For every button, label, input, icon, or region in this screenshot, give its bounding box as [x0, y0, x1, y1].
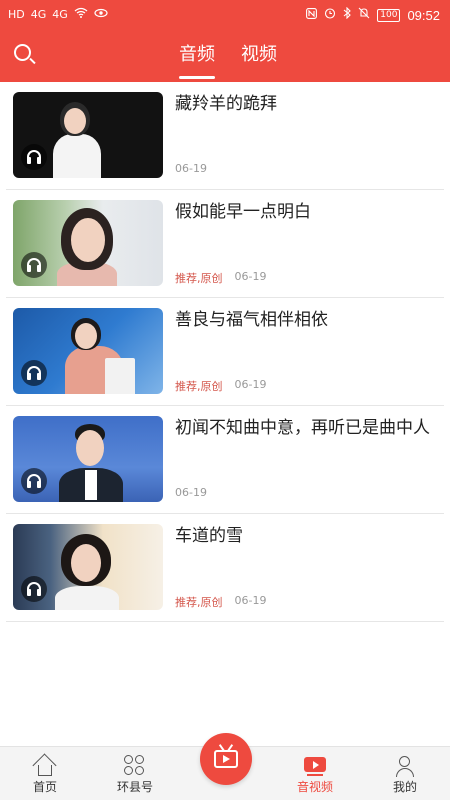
nav-mine-label: 我的: [392, 780, 417, 794]
item-tag: 推荐,原创: [175, 596, 223, 609]
item-title: 假如能早一点明白: [175, 202, 311, 222]
nav-county-label: 环县号: [116, 780, 153, 794]
signal-icon-2: 4G: [52, 7, 68, 21]
video-icon: [303, 755, 327, 777]
item-tag: 推荐,原创: [175, 380, 223, 393]
thumbnail[interactable]: [13, 92, 163, 178]
list-item[interactable]: 初闻不知曲中意，再听已是曲中人 06-19: [6, 406, 444, 514]
headphones-icon: [21, 252, 47, 278]
tv-icon[interactable]: [200, 733, 252, 785]
hd-icon: HD: [8, 7, 25, 21]
item-title: 车道的雪: [175, 526, 243, 546]
item-meta: 06-19: [175, 486, 207, 499]
item-meta: 06-19: [175, 162, 207, 175]
app-header: 音频 视频: [0, 30, 450, 82]
item-title: 初闻不知曲中意，再听已是曲中人: [175, 418, 430, 438]
thumbnail[interactable]: [13, 416, 163, 502]
item-meta: 推荐,原创 06-19: [175, 594, 266, 610]
thumbnail[interactable]: [13, 524, 163, 610]
item-meta: 推荐,原创 06-19: [175, 270, 266, 286]
nav-mine[interactable]: 我的: [360, 747, 450, 800]
tab-audio[interactable]: 音频: [179, 30, 215, 82]
wifi-icon: [74, 7, 88, 22]
item-date: 06-19: [234, 270, 267, 283]
nfc-icon: [306, 7, 318, 23]
list-item[interactable]: 藏羚羊的跪拜 06-19: [6, 82, 444, 190]
thumbnail[interactable]: [13, 200, 163, 286]
item-meta: 推荐,原创 06-19: [175, 378, 266, 394]
tab-video[interactable]: 视频: [241, 30, 277, 82]
thumbnail[interactable]: [13, 308, 163, 394]
nav-home[interactable]: 首页: [0, 747, 90, 800]
item-tag: 推荐,原创: [175, 272, 223, 285]
item-title: 藏羚羊的跪拜: [175, 94, 277, 114]
headphones-icon: [21, 144, 47, 170]
headphones-icon: [21, 468, 47, 494]
alarm-icon: [324, 7, 336, 23]
nav-av[interactable]: 音视频: [270, 747, 360, 800]
user-icon: [393, 755, 417, 777]
eye-icon: [94, 8, 108, 22]
list-item[interactable]: 假如能早一点明白 推荐,原创 06-19: [6, 190, 444, 298]
headphones-icon: [21, 360, 47, 386]
headphones-icon: [21, 576, 47, 602]
bluetooth-icon: [343, 6, 352, 23]
home-icon: [32, 753, 57, 778]
battery-indicator: 100: [377, 8, 401, 22]
nav-home-label: 首页: [32, 780, 57, 794]
status-bar: HD 4G 4G 100 09:52: [0, 0, 450, 30]
list-item[interactable]: 车道的雪 推荐,原创 06-19: [6, 514, 444, 622]
search-icon[interactable]: [12, 42, 38, 68]
item-date: 06-19: [175, 486, 207, 499]
clock: 09:52: [407, 7, 440, 23]
item-date: 06-19: [175, 162, 207, 175]
item-date: 06-19: [234, 378, 267, 391]
grid-icon: [123, 755, 147, 777]
media-tabs: 音频 视频: [0, 30, 450, 82]
signal-icon: 4G: [30, 7, 47, 21]
item-date: 06-19: [234, 594, 267, 607]
nav-county[interactable]: 环县号: [90, 747, 180, 800]
item-title: 善良与福气相伴相依: [175, 310, 328, 330]
mute-icon: [358, 7, 370, 23]
audio-list: 藏羚羊的跪拜 06-19 假如能早一点明白 推荐,原创 06-19 善良与福气相…: [0, 82, 450, 622]
nav-av-label: 音视频: [296, 780, 333, 794]
list-item[interactable]: 善良与福气相伴相依 推荐,原创 06-19: [6, 298, 444, 406]
